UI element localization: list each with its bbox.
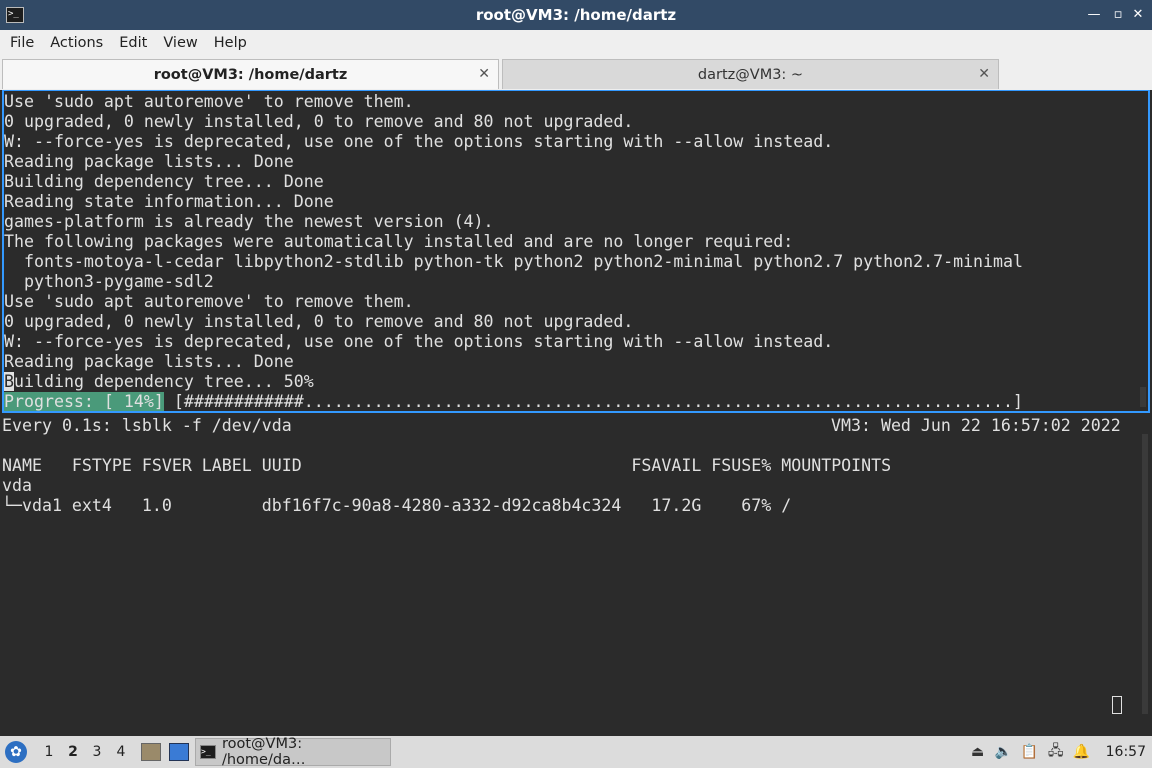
watch-host-time: VM3: Wed Jun 22 16:57:02 2022 bbox=[831, 416, 1121, 435]
terminal-line: W: --force-yes is deprecated, use one of… bbox=[4, 332, 834, 351]
notification-icon[interactable]: 🔔 bbox=[1072, 744, 1092, 760]
terminal-line: Reading state information... Done bbox=[4, 192, 334, 211]
lsblk-row: vda bbox=[2, 476, 32, 495]
desktop-2[interactable]: 2 bbox=[61, 744, 85, 760]
menu-view[interactable]: View bbox=[155, 35, 205, 51]
window-title: root@VM3: /home/dartz bbox=[475, 6, 677, 24]
desktop-1[interactable]: 1 bbox=[37, 744, 61, 760]
terminal-line: Building dependency tree... Done bbox=[4, 172, 324, 191]
tab-label: root@VM3: /home/dartz bbox=[153, 66, 348, 83]
terminal-line: W: --force-yes is deprecated, use one of… bbox=[4, 132, 834, 151]
taskbar: ✿ 1 2 3 4 >_ root@VM3: /home/da… ⏏ 🔈 📋 🖧… bbox=[0, 736, 1152, 768]
scrollbar[interactable] bbox=[1142, 434, 1148, 714]
tab-root-home-dartz[interactable]: root@VM3: /home/dartz ✕ bbox=[2, 59, 499, 89]
clipboard-icon[interactable]: 📋 bbox=[1020, 744, 1040, 760]
menu-file[interactable]: File bbox=[2, 35, 42, 51]
watch-header: Every 0.1s: lsblk -f /dev/vda bbox=[2, 416, 292, 435]
menu-edit[interactable]: Edit bbox=[111, 35, 155, 51]
terminal-line: The following packages were automaticall… bbox=[4, 232, 794, 251]
task-button-terminal[interactable]: >_ root@VM3: /home/da… bbox=[195, 736, 391, 768]
tab-bar: root@VM3: /home/dartz ✕ dartz@VM3: ~ ✕ bbox=[0, 56, 1152, 90]
task-label: root@VM3: /home/da… bbox=[221, 736, 306, 768]
close-window-button[interactable]: ✕ bbox=[1128, 5, 1148, 25]
tab-label: dartz@VM3: ~ bbox=[697, 66, 804, 83]
lsblk-row: └─vda1 ext4 1.0 dbf16f7c-90a8-4280-a332-… bbox=[2, 496, 792, 515]
cursor-line-text: uilding dependency tree... 50% bbox=[14, 372, 314, 391]
restore-button[interactable]: ▫ bbox=[1108, 5, 1128, 25]
show-desktop-icon[interactable] bbox=[169, 743, 189, 761]
menu-help[interactable]: Help bbox=[206, 35, 255, 51]
menu-bar: File Actions Edit View Help bbox=[0, 30, 1152, 56]
terminal-cursor-line: Building dependency tree... 50% bbox=[4, 372, 314, 392]
terminal-pane-bottom[interactable]: Every 0.1s: lsblk -f /dev/vda VM3: Wed J… bbox=[2, 414, 1150, 734]
lsblk-table-header: NAME FSTYPE FSVER LABEL UUID FSAVAIL FSU… bbox=[2, 456, 892, 475]
terminal-line: fonts-motoya-l-cedar libpython2-stdlib p… bbox=[4, 252, 1024, 271]
progress-line: Progress: [ 14%] [############..........… bbox=[4, 392, 1023, 412]
terminal-line: 0 upgraded, 0 newly installed, 0 to remo… bbox=[4, 312, 634, 331]
network-icon[interactable]: 🖧 bbox=[1046, 740, 1066, 764]
system-tray: ⏏ 🔈 📋 🖧 🔔 16:57 bbox=[962, 736, 1146, 768]
minimize-button[interactable]: — bbox=[1084, 5, 1104, 25]
terminal-line: Use 'sudo apt autoremove' to remove them… bbox=[4, 92, 414, 111]
volume-icon[interactable]: 🔈 bbox=[994, 744, 1014, 760]
terminal-line: Use 'sudo apt autoremove' to remove them… bbox=[4, 292, 414, 311]
terminal-line: Reading package lists... Done bbox=[4, 152, 294, 171]
clock[interactable]: 16:57 bbox=[1106, 744, 1146, 760]
terminal-line: python3-pygame-sdl2 bbox=[4, 272, 214, 291]
terminal-icon: >_ bbox=[200, 745, 216, 759]
terminal-line: Reading package lists... Done bbox=[4, 352, 294, 371]
scrollbar[interactable] bbox=[1140, 387, 1146, 407]
menu-actions[interactable]: Actions bbox=[42, 35, 111, 51]
eject-icon[interactable]: ⏏ bbox=[968, 744, 988, 760]
terminal-line: games-platform is already the newest ver… bbox=[4, 212, 494, 231]
desktop-4[interactable]: 4 bbox=[109, 744, 133, 760]
close-tab-icon[interactable]: ✕ bbox=[478, 66, 490, 82]
desktop-3[interactable]: 3 bbox=[85, 744, 109, 760]
terminal-line: 0 upgraded, 0 newly installed, 0 to remo… bbox=[4, 112, 634, 131]
window-titlebar[interactable]: >_ root@VM3: /home/dartz — ▫ ✕ bbox=[0, 0, 1152, 30]
progress-label: Progress: [ 14%] bbox=[4, 392, 164, 411]
file-manager-icon[interactable] bbox=[141, 743, 161, 761]
tab-dartz-home[interactable]: dartz@VM3: ~ ✕ bbox=[502, 59, 999, 89]
text-cursor: B bbox=[4, 372, 14, 391]
start-menu-icon[interactable]: ✿ bbox=[5, 741, 27, 763]
progress-bar: [############...........................… bbox=[163, 392, 1024, 411]
close-tab-icon[interactable]: ✕ bbox=[978, 66, 990, 82]
text-cursor bbox=[1112, 696, 1122, 714]
terminal-pane-top[interactable]: Use 'sudo apt autoremove' to remove them… bbox=[2, 90, 1150, 413]
